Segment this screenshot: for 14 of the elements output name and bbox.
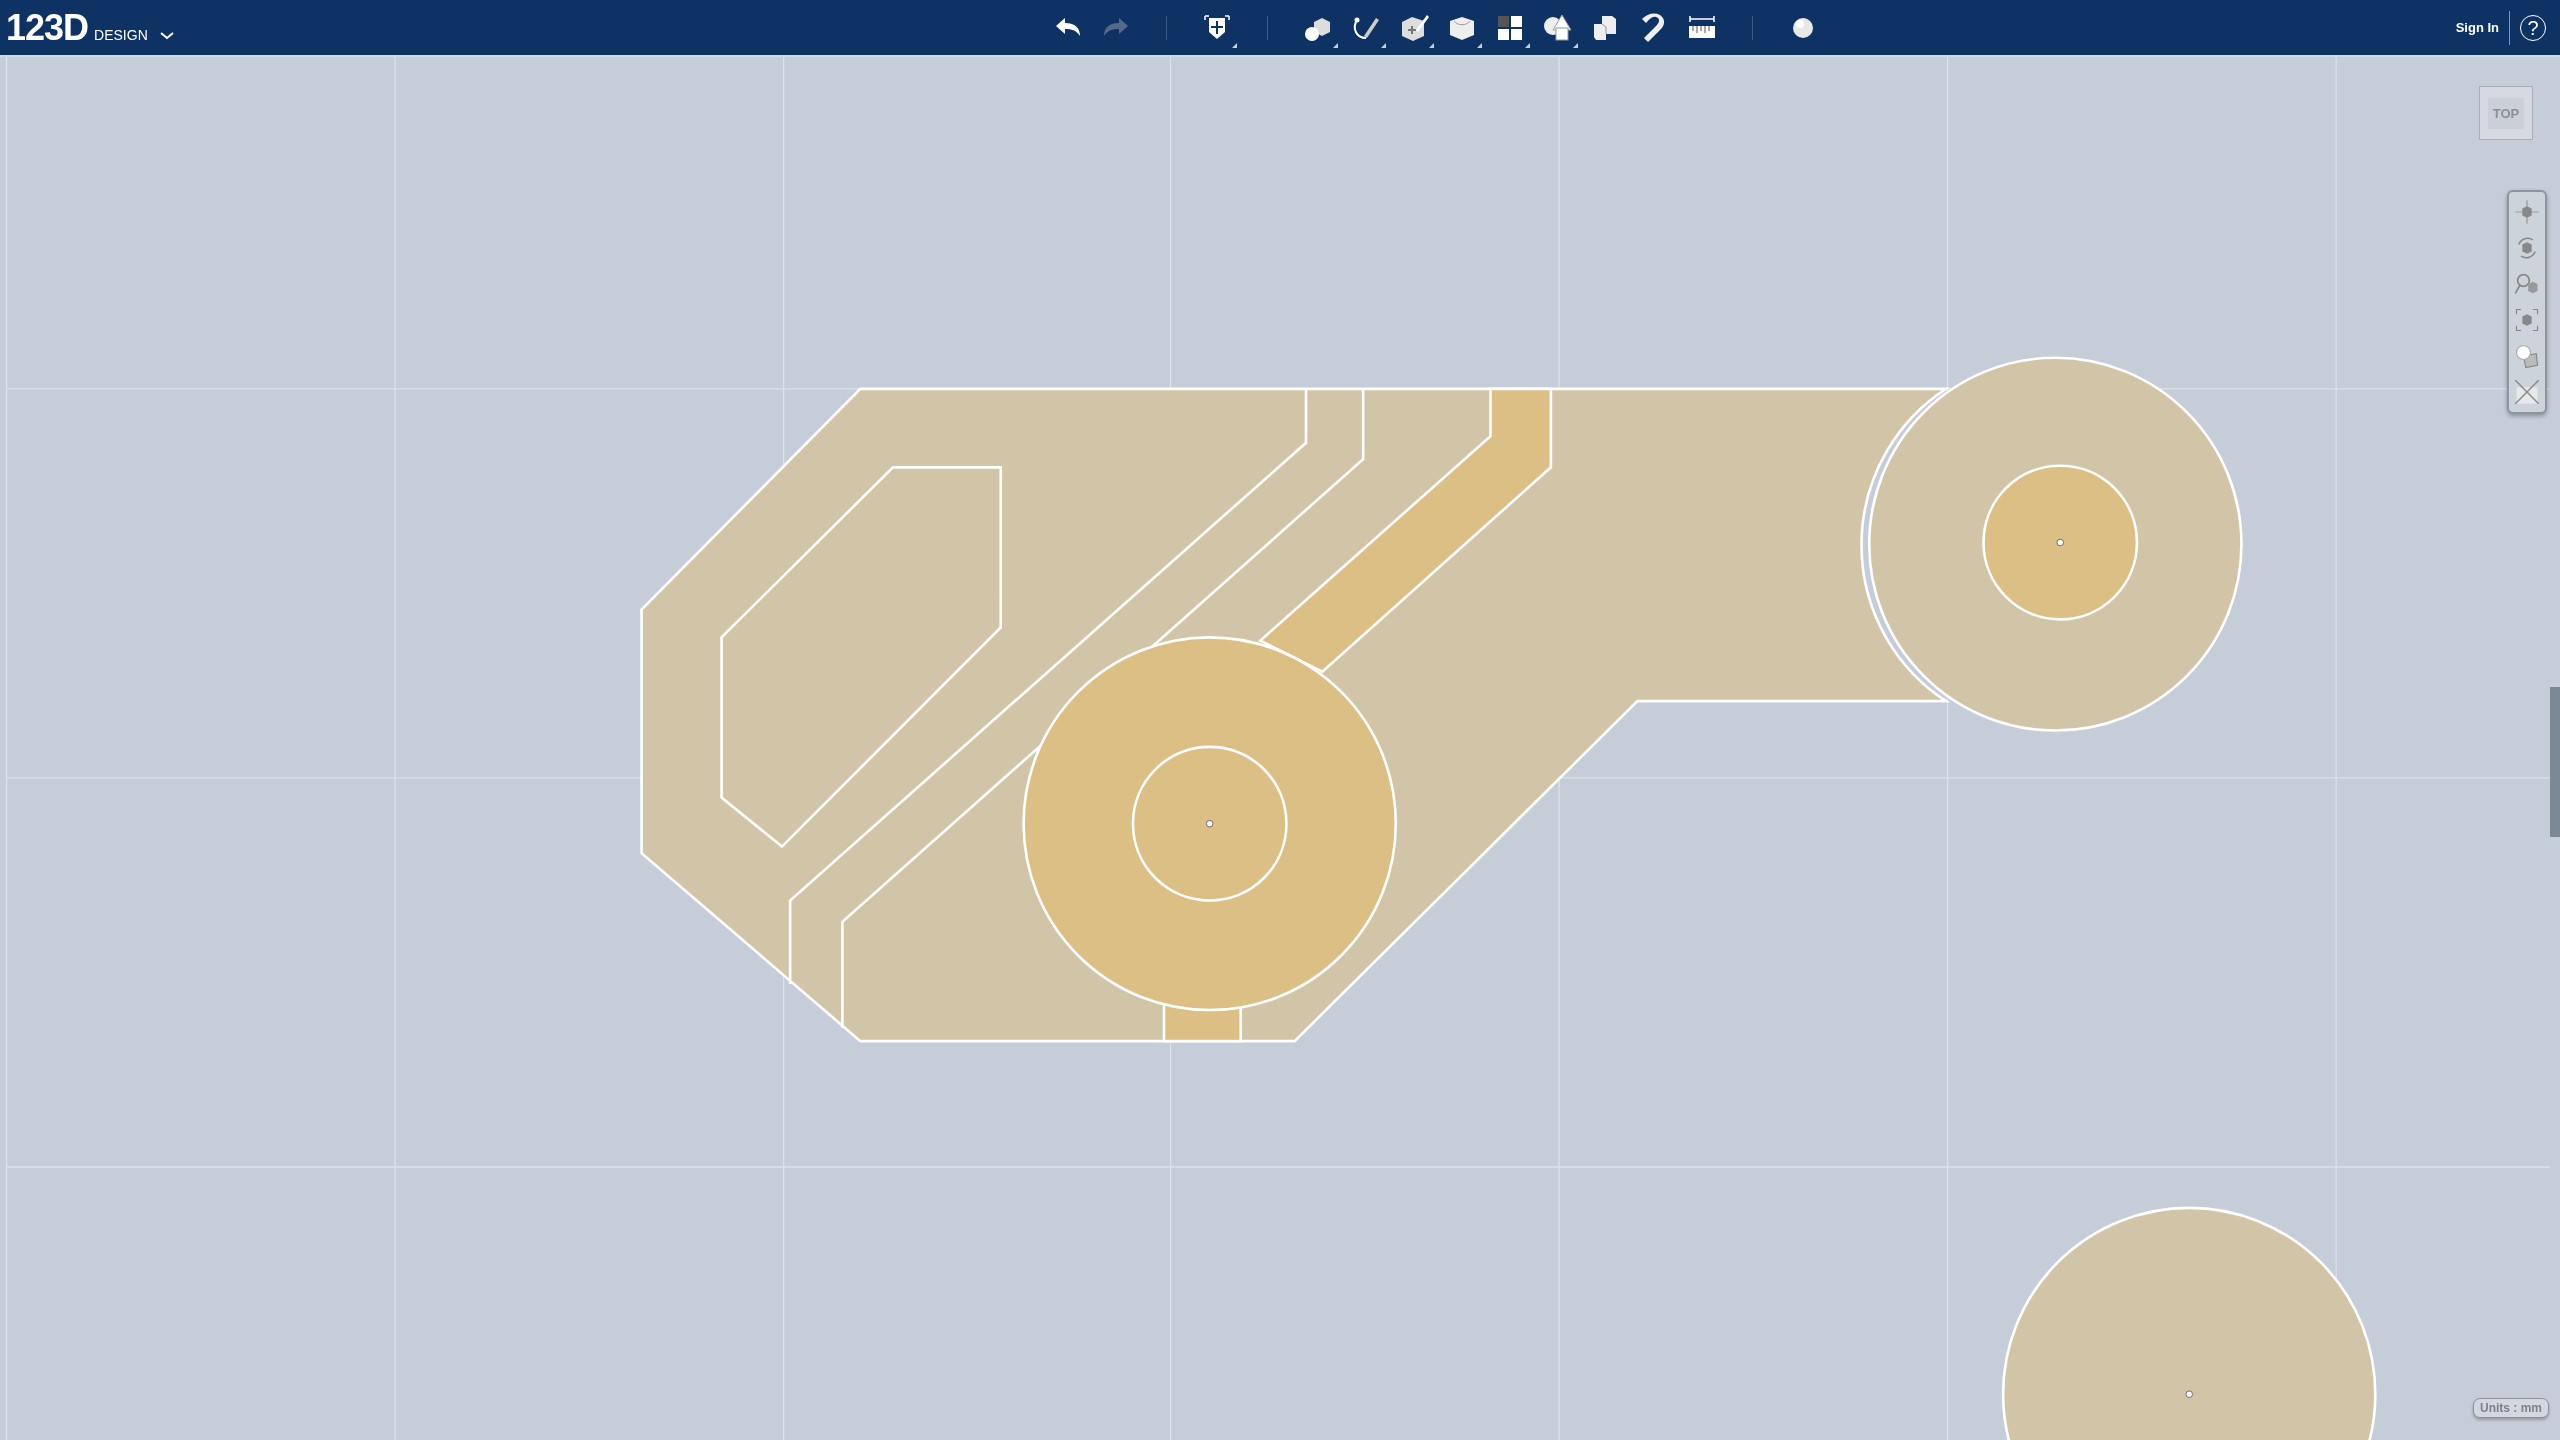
menu-corner-icon: [1429, 42, 1435, 48]
sign-in-link[interactable]: Sign In: [2455, 20, 2499, 35]
menu-corner-icon: [1525, 42, 1531, 48]
grid-toggle-icon[interactable]: [2513, 378, 2541, 406]
app-logo: 123D: [6, 6, 89, 49]
menu-corner-icon: [1381, 42, 1387, 48]
menu-corner-icon: [1232, 42, 1238, 48]
menu-corner-icon: [1573, 42, 1579, 48]
chevron-down-icon[interactable]: [159, 31, 174, 40]
menu-corner-icon: [1477, 42, 1483, 48]
product-name: DESIGN: [94, 26, 148, 43]
side-panel-handle[interactable]: [2550, 687, 2560, 837]
menu-corner-icon: [1333, 42, 1339, 48]
visual-style-icon[interactable]: [2513, 342, 2541, 370]
